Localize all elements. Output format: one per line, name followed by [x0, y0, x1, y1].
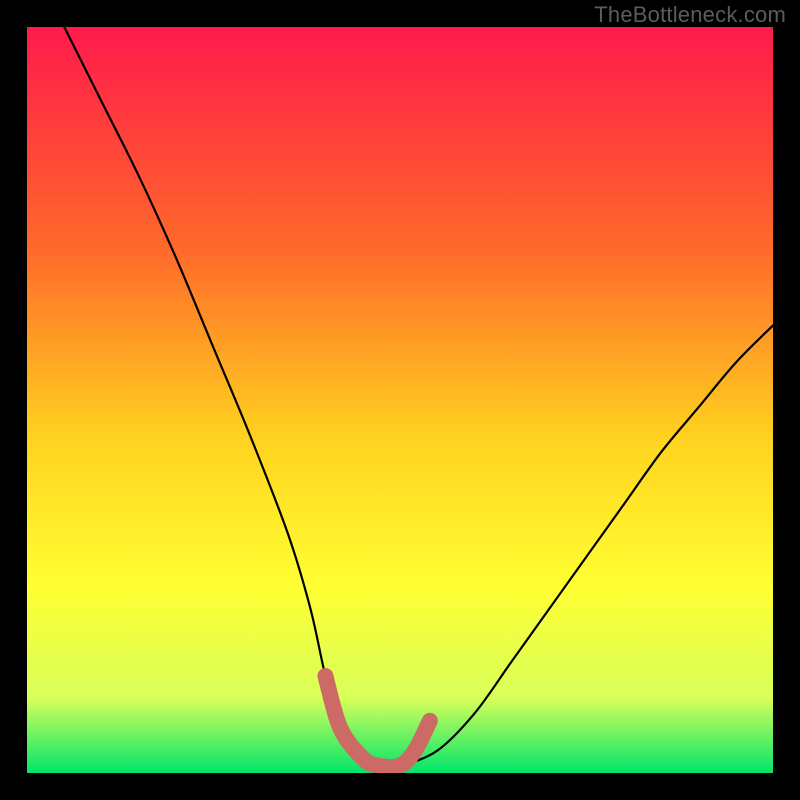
- watermark-text: TheBottleneck.com: [594, 2, 786, 28]
- gradient-background: [27, 27, 773, 773]
- chart-frame: TheBottleneck.com: [0, 0, 800, 800]
- plot-area: [27, 27, 773, 773]
- bottleneck-chart: [27, 27, 773, 773]
